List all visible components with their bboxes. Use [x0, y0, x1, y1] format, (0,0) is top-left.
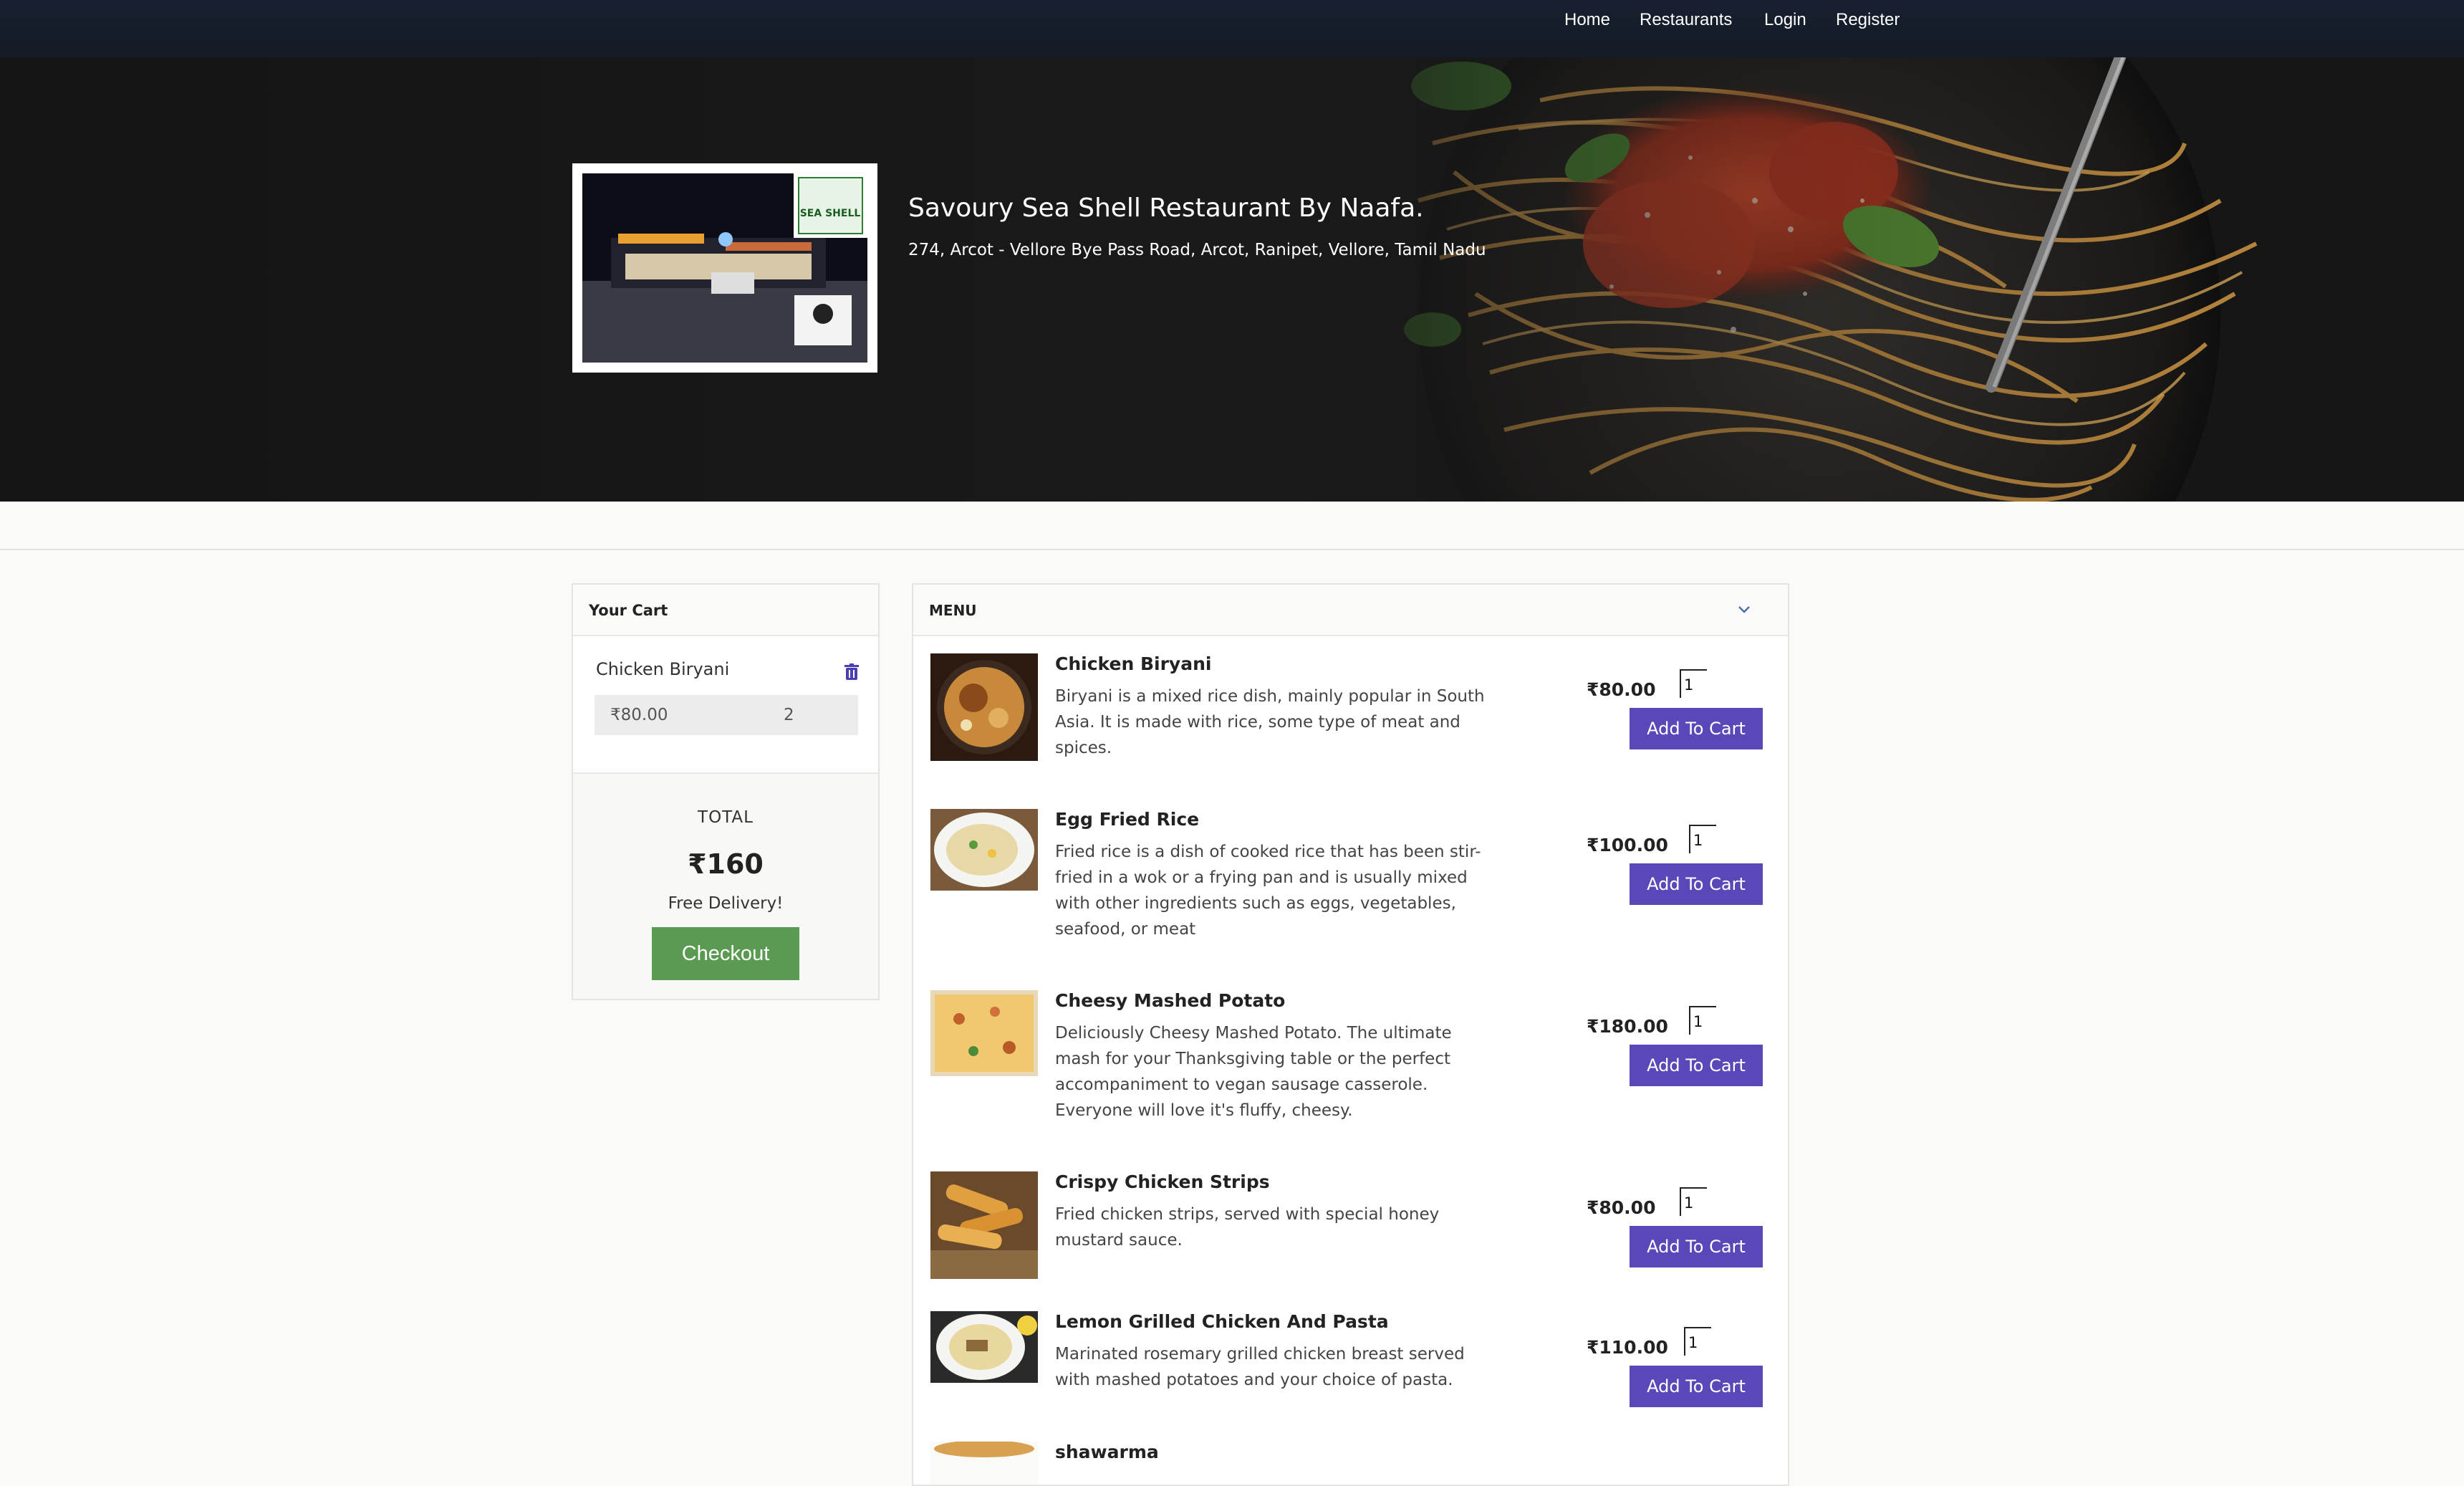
- restaurant-logo-image: SEA SHELL: [572, 163, 877, 373]
- restaurant-hero-banner: SEA SHELL Savoury Sea Shell Restaurant B…: [0, 57, 2464, 502]
- restaurant-name: Savoury Sea Shell Restaurant By Naafa.: [908, 193, 1424, 223]
- add-to-cart-button[interactable]: Add To Cart: [1630, 708, 1763, 749]
- menu-item-price: ₹80.00: [1587, 679, 1656, 700]
- menu-item-name: Crispy Chicken Strips: [1055, 1171, 1270, 1192]
- top-navbar: Home Restaurants Login Register: [0, 0, 2464, 57]
- menu-item-name: Lemon Grilled Chicken And Pasta: [1055, 1311, 1389, 1332]
- menu-panel: MENU Chicken Biryani Biryani is a mixed …: [912, 583, 1789, 1486]
- checkout-button[interactable]: Checkout: [652, 927, 799, 980]
- nav-restaurants-link[interactable]: Restaurants: [1640, 0, 1732, 40]
- nav-login-link[interactable]: Login: [1764, 0, 1806, 40]
- nav-register-link[interactable]: Register: [1836, 0, 1900, 40]
- menu-item-name: Chicken Biryani: [1055, 653, 1212, 674]
- section-divider: [0, 549, 2464, 550]
- menu-item: Crispy Chicken Strips Fried chicken stri…: [913, 1171, 1788, 1286]
- menu-item-name: Cheesy Mashed Potato: [1055, 990, 1286, 1011]
- chevron-down-icon[interactable]: [1737, 605, 1751, 615]
- chicken-biryani-image: [930, 653, 1038, 761]
- add-to-cart-button[interactable]: Add To Cart: [1630, 863, 1763, 905]
- quantity-input[interactable]: 1: [1689, 1006, 1716, 1035]
- cart-panel: Your Cart Chicken Biryani ₹80.00 2 TOTAL…: [572, 583, 880, 1000]
- logo-lettering: SEA SHELL: [800, 208, 861, 219]
- menu-item: Lemon Grilled Chicken And Pasta Marinate…: [913, 1311, 1788, 1426]
- cart-item-name: Chicken Biryani: [596, 659, 730, 679]
- menu-item: Egg Fried Rice Fried rice is a dish of c…: [913, 809, 1788, 967]
- quantity-input[interactable]: 1: [1680, 1187, 1707, 1216]
- quantity-input[interactable]: 1: [1689, 825, 1716, 853]
- quantity-input[interactable]: 1: [1680, 669, 1707, 698]
- menu-item-price: ₹80.00: [1587, 1197, 1656, 1218]
- menu-item-price: ₹110.00: [1587, 1337, 1668, 1358]
- cart-item-price: ₹80.00: [610, 706, 668, 724]
- cheesy-mashed-potato-image: [930, 990, 1038, 1076]
- lemon-grilled-chicken-pasta-image: [930, 1311, 1038, 1383]
- shawarma-image: [930, 1442, 1038, 1485]
- menu-item-description: Fried rice is a dish of cooked rice that…: [1055, 843, 1481, 939]
- cart-item-quantity[interactable]: 2: [784, 695, 794, 735]
- menu-item-description: Marinated rosemary grilled chicken breas…: [1055, 1345, 1465, 1389]
- menu-item: Cheesy Mashed Potato Deliciously Cheesy …: [913, 990, 1788, 1148]
- add-to-cart-button[interactable]: Add To Cart: [1630, 1226, 1763, 1267]
- menu-item-name: Egg Fried Rice: [1055, 809, 1200, 830]
- menu-item-description: Biryani is a mixed rice dish, mainly pop…: [1055, 687, 1485, 757]
- delivery-note: Free Delivery!: [668, 894, 784, 913]
- total-amount: ₹160: [688, 848, 764, 880]
- menu-item: Chicken Biryani Biryani is a mixed rice …: [913, 653, 1788, 782]
- add-to-cart-button[interactable]: Add To Cart: [1630, 1045, 1763, 1086]
- trash-icon[interactable]: [844, 663, 860, 681]
- restaurant-storefront-photo: SEA SHELL: [582, 173, 867, 363]
- menu-item-price: ₹180.00: [1587, 1016, 1668, 1037]
- add-to-cart-button[interactable]: Add To Cart: [1630, 1366, 1763, 1407]
- menu-item-name: shawarma: [1055, 1442, 1159, 1462]
- total-label: TOTAL: [698, 808, 754, 827]
- cart-item-row: ₹80.00 2: [595, 695, 858, 735]
- menu-item-description: Deliciously Cheesy Mashed Potato. The ul…: [1055, 1024, 1452, 1120]
- quantity-input[interactable]: 1: [1684, 1327, 1711, 1356]
- egg-fried-rice-image: [930, 809, 1038, 891]
- nav-home-link[interactable]: Home: [1564, 0, 1610, 40]
- pasta-background-image: [0, 57, 2464, 502]
- crispy-chicken-strips-image: [930, 1171, 1038, 1279]
- menu-header[interactable]: MENU: [913, 585, 1788, 636]
- cart-title: Your Cart: [573, 585, 878, 636]
- restaurant-address: 274, Arcot - Vellore Bye Pass Road, Arco…: [908, 241, 1486, 259]
- menu-item-description: Fried chicken strips, served with specia…: [1055, 1205, 1440, 1250]
- menu-item: shawarma: [913, 1442, 1788, 1485]
- menu-item-price: ₹100.00: [1587, 835, 1668, 855]
- cart-summary: TOTAL ₹160 Free Delivery! Checkout: [573, 774, 878, 999]
- menu-title: MENU: [929, 602, 977, 619]
